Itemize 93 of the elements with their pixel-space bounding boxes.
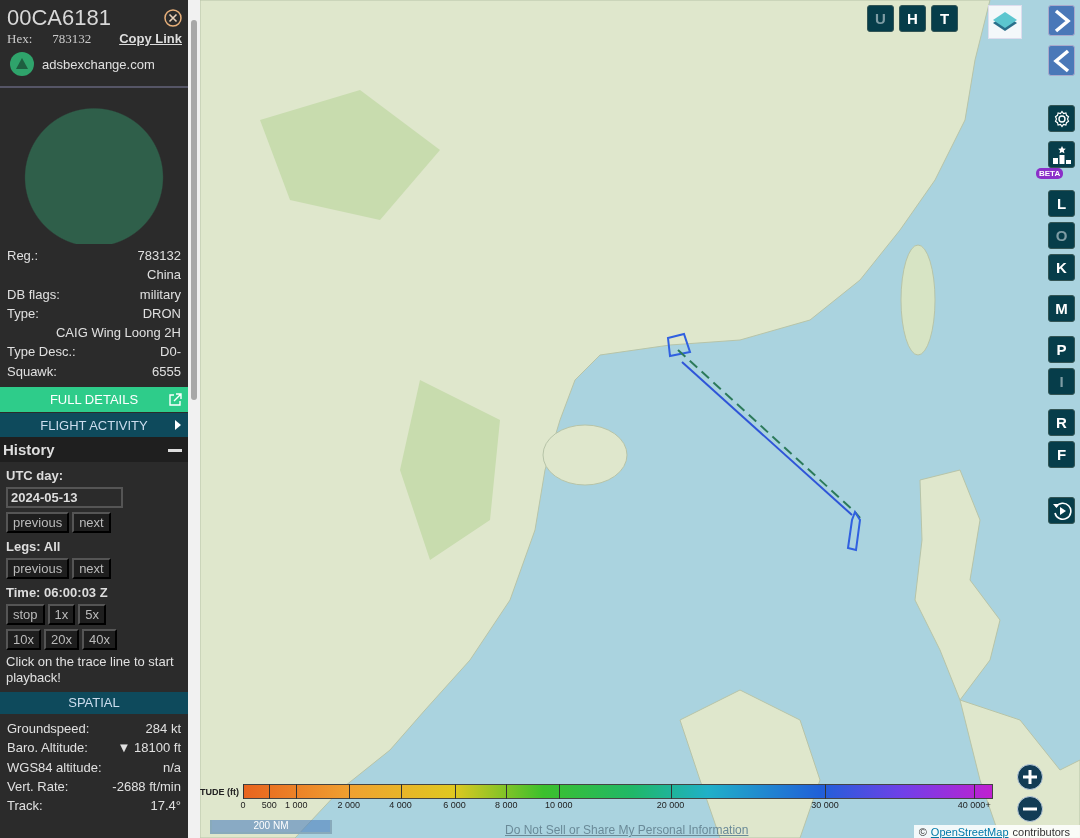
field-label: Groundspeed:	[7, 720, 90, 739]
day-button[interactable]: previous	[6, 512, 70, 534]
next-button[interactable]	[1048, 5, 1075, 36]
scrollbar[interactable]	[188, 0, 200, 838]
copy-link[interactable]: Copy Link	[119, 31, 182, 46]
playback-button[interactable]: 5x	[78, 604, 107, 626]
legend-title: TUDE (ft)	[200, 787, 239, 797]
day-button[interactable]: next	[72, 512, 111, 534]
flight-activity-button[interactable]: FLIGHT ACTIVITY	[0, 413, 188, 438]
field-value: 783132	[137, 247, 181, 265]
source-site: adsbexchange.com	[42, 56, 155, 72]
legend-tick-label: 10 000	[544, 800, 573, 810]
layer-toggle-button[interactable]: L	[1048, 190, 1075, 217]
logo-icon	[10, 52, 34, 76]
playback-button[interactable]: 10x	[6, 629, 41, 651]
field-value: n/a	[162, 758, 181, 777]
field-value: ▼ 18100 ft	[117, 739, 181, 758]
settings-button[interactable]	[1048, 105, 1075, 132]
legend-tick-label: 0	[240, 800, 246, 810]
time-label: Time: 06:00:03 Z	[6, 585, 109, 601]
back-button[interactable]	[1048, 45, 1075, 76]
beta-badge: BETA	[1036, 168, 1064, 179]
chevron-right-icon	[1052, 8, 1071, 33]
attribution-text: contributors	[1012, 826, 1070, 838]
playback-button[interactable]: 1x	[47, 604, 76, 626]
playback-button[interactable]: 20x	[43, 629, 79, 651]
history-header[interactable]: History	[0, 437, 188, 463]
date-field[interactable]: 2024-05-13	[6, 487, 123, 509]
field-value: 284 kt	[145, 720, 181, 739]
leg-button[interactable]: next	[72, 558, 111, 580]
legend-tick-label: 40 000+	[957, 800, 991, 810]
field-value: 6555	[152, 362, 181, 381]
layer-toggle-button[interactable]: K	[1048, 254, 1075, 281]
field-value: 17.4°	[150, 797, 181, 816]
field-label: Type:	[7, 304, 39, 323]
settings-icon	[1052, 109, 1071, 128]
spatial-header: SPATIAL	[0, 692, 188, 715]
close-icon	[164, 9, 182, 27]
utc-day-label: UTC day:	[6, 468, 65, 484]
scale-bar: 200 NM	[210, 820, 332, 834]
field-value: China	[147, 266, 181, 285]
leaderboard-button[interactable]	[1048, 141, 1075, 168]
toggle-button[interactable]: T	[931, 5, 958, 32]
field-value: DRON	[142, 304, 181, 323]
plus-icon	[1022, 769, 1038, 785]
chevron-left-icon	[1052, 48, 1071, 73]
playback-button[interactable]: 40x	[81, 629, 117, 651]
legend-tick-label: 500	[261, 800, 277, 810]
layer-toggle-button[interactable]: R	[1048, 409, 1075, 436]
field-label: Track:	[7, 797, 43, 816]
layer-toggle-button[interactable]: I	[1048, 368, 1075, 395]
hex-label: Hex:	[7, 31, 33, 47]
layer-toggle-button[interactable]: O	[1048, 222, 1075, 249]
field-label: WGS84 altitude:	[7, 758, 102, 777]
external-link-icon	[168, 392, 182, 407]
aircraft-callsign: 00CA6181	[7, 5, 111, 31]
playback-button[interactable]: stop	[6, 604, 45, 626]
toggle-button[interactable]: H	[899, 5, 926, 32]
layer-toggle-button[interactable]: P	[1048, 336, 1075, 363]
field-label: Type Desc.:	[7, 343, 76, 362]
copyright-text: ©	[918, 826, 927, 838]
field-value: military	[139, 285, 181, 304]
history-title: History	[3, 441, 55, 459]
field-value: -2688 ft/min	[112, 777, 181, 796]
legend-tick-label: 30 000	[811, 800, 839, 810]
field-label: DB flags:	[7, 285, 60, 304]
legend-tick-label: 6 000	[443, 800, 466, 810]
field-value: D0-	[160, 343, 181, 362]
field-label: Vert. Rate:	[7, 777, 69, 796]
legend-tick-label: 8 000	[494, 800, 518, 810]
field-label: Baro. Altitude:	[7, 739, 88, 758]
replay-button[interactable]	[1048, 497, 1075, 524]
close-button[interactable]	[164, 9, 182, 27]
legend-tick-label: 20 000	[656, 800, 685, 810]
layer-toggle-button[interactable]: F	[1048, 441, 1075, 468]
legend-tick-label: 2 000	[337, 800, 360, 810]
field-value: CAIG Wing Loong 2H	[56, 324, 181, 343]
podium-icon	[1052, 145, 1071, 164]
field-label: Reg.:	[7, 247, 39, 265]
field-label: Squawk:	[7, 362, 57, 381]
toggle-button[interactable]: U	[867, 5, 894, 32]
legend-tick-label: 4 000	[389, 800, 412, 810]
map-background[interactable]: U H T BETA L O K M P I R F TUDE (ft) 0 500 1 000 2 000 4 000 6 000 8 000 10 000 20 000 30 000 40 000+ 200 NM Do Not Sell or Share My Personal Information © OpenStreetMap contributors	[200, 0, 1080, 838]
playback-hint: Click on the trace line to start playback!	[6, 654, 175, 687]
attribution-link[interactable]: OpenStreetMap	[930, 826, 1009, 838]
legs-label: Legs: All	[6, 539, 62, 555]
layers-button[interactable]	[988, 5, 1022, 39]
layer-toggle-button[interactable]: M	[1048, 295, 1075, 322]
triangle-icon	[174, 420, 182, 431]
replay-icon	[1051, 500, 1072, 521]
legend-tick-label: 1 000	[285, 800, 308, 810]
hex-code: 783132	[52, 31, 92, 47]
leg-button[interactable]: previous	[6, 558, 70, 580]
